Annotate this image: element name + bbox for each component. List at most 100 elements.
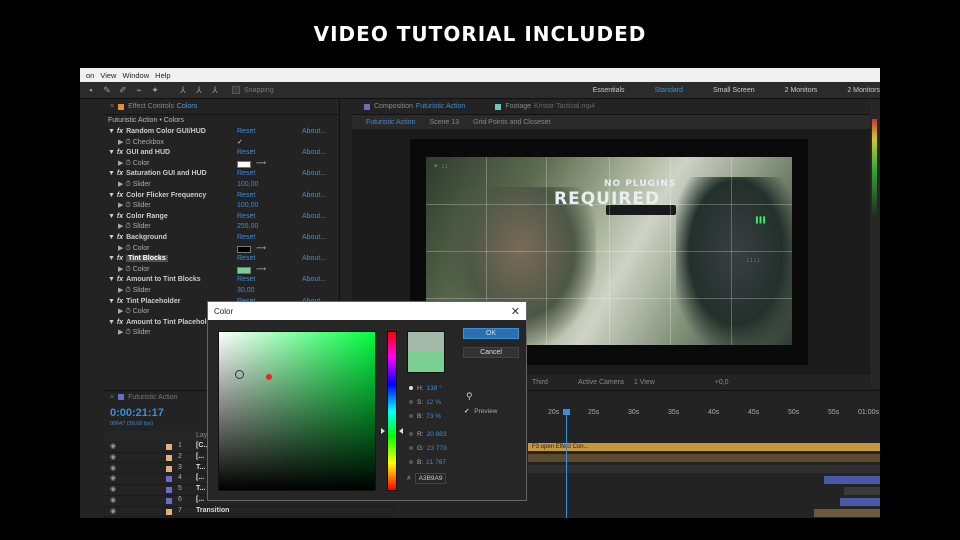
menu-item-partial[interactable]: on (86, 71, 94, 80)
effect-row[interactable]: ▼ fx Saturation GUI and HUD Reset About... (104, 169, 339, 180)
effect-name[interactable]: ▼ fx Background (108, 233, 167, 244)
effect-row[interactable]: ▼ fx Color Flicker Frequency Reset About... (104, 191, 339, 202)
channel-radio[interactable] (409, 460, 413, 464)
visibility-eye-icon[interactable]: ◉ (110, 442, 116, 450)
crumb-futuristic-action[interactable]: Futuristic Action (366, 119, 415, 126)
about-link[interactable]: About... (302, 212, 326, 223)
about-link[interactable]: About... (302, 191, 326, 202)
visibility-eye-icon[interactable]: ◉ (110, 485, 116, 493)
cancel-button[interactable]: Cancel (463, 347, 519, 358)
effect-name[interactable]: ▼ fx Amount to Tint Blocks (108, 275, 201, 286)
visibility-eye-icon[interactable]: ◉ (110, 453, 116, 461)
color-value-row[interactable]: S: 12 % (409, 397, 441, 407)
layer-bar[interactable] (528, 454, 880, 462)
axis-world-icon[interactable]: ⅄ (194, 85, 204, 95)
workspace-2-monitors-alt[interactable]: 2 Monitors (847, 87, 880, 94)
channel-radio[interactable] (409, 432, 413, 436)
axis-local-icon[interactable]: ⅄ (178, 85, 188, 95)
brush-tool-icon[interactable]: ✐ (118, 85, 128, 95)
footage-tab-label[interactable]: Footage (505, 103, 531, 110)
preview-checkbox[interactable]: ✓ Preview (464, 407, 497, 415)
playhead-handle[interactable] (563, 409, 570, 415)
camera-tool-icon[interactable]: ▪ (86, 85, 96, 95)
effect-name[interactable]: ▼ fx Random Color GUI/HUD (108, 127, 206, 138)
property-row[interactable]: ▶ ⏱ Slider 100,00 (104, 201, 339, 212)
menu-item-view[interactable]: View (100, 71, 116, 80)
layer-bar[interactable]: F3 open Effect Con... (528, 443, 880, 451)
channel-value[interactable]: 23 773 (427, 445, 447, 452)
saturation-brightness-field[interactable] (218, 331, 376, 491)
effect-name[interactable]: ▼ fx Color Range (108, 212, 168, 223)
menu-item-window[interactable]: Window (122, 71, 149, 80)
label-color-icon[interactable] (166, 444, 172, 450)
channel-radio[interactable] (409, 446, 413, 450)
layer-name[interactable]: [... (196, 474, 204, 481)
property-row[interactable]: ▶ ⏱ Slider 100,00 (104, 180, 339, 191)
effect-name[interactable]: ▼ fx Amount to Tint Placeholder (108, 318, 217, 329)
clone-tool-icon[interactable]: ⌁ (134, 85, 144, 95)
hex-input[interactable]: A3B9A9 (414, 473, 447, 484)
fx-icon[interactable]: fx (117, 192, 123, 199)
channel-value[interactable]: 73 % (426, 413, 441, 420)
snapping-checkbox[interactable] (232, 86, 240, 94)
effect-controls-tab[interactable]: × Effect Controls Colors (104, 99, 339, 115)
reset-link[interactable]: Reset (237, 212, 255, 223)
slider-value[interactable]: 255,00 (237, 222, 258, 233)
fx-icon[interactable]: fx (117, 170, 123, 177)
color-value-row[interactable]: R: 20 883 (409, 429, 446, 439)
exposure-value[interactable]: +0,0 (715, 379, 729, 386)
layer-bar[interactable] (814, 509, 880, 517)
visibility-eye-icon[interactable]: ◉ (110, 474, 116, 482)
workspace-2-monitors[interactable]: 2 Monitors (785, 87, 818, 94)
effect-name[interactable]: ▼ fx GUI and HUD (108, 148, 170, 159)
close-icon[interactable]: × (110, 394, 114, 401)
visibility-eye-icon[interactable]: ◉ (110, 507, 116, 515)
crumb-grid-points[interactable]: Grid Points and Closeset (473, 119, 550, 126)
footage-tab-name[interactable]: Kristar Tactical.mp4 (534, 103, 595, 110)
color-value-row[interactable]: B: 21 767 (409, 457, 446, 467)
workspace-essentials[interactable]: Essentials (593, 87, 625, 94)
reset-link[interactable]: Reset (237, 254, 255, 265)
reset-link[interactable]: Reset (237, 127, 255, 138)
checkbox-value[interactable]: ✓ (237, 138, 243, 149)
about-link[interactable]: About... (302, 127, 326, 138)
layer-bar[interactable] (840, 498, 880, 506)
reset-link[interactable]: Reset (237, 233, 255, 244)
fx-icon[interactable]: fx (117, 255, 123, 262)
hue-slider-right-arrow-icon[interactable] (399, 428, 403, 434)
effect-row[interactable]: ▼ fx Background Reset About... (104, 233, 339, 244)
slider-value[interactable]: 100,00 (237, 201, 258, 212)
effect-row[interactable]: ▼ fx Color Range Reset About... (104, 212, 339, 223)
view-layout-select[interactable]: 1 View (634, 379, 655, 386)
fx-icon[interactable]: fx (117, 128, 123, 135)
color-value-row[interactable]: H: 138 ° (409, 383, 442, 393)
close-icon[interactable]: × (110, 103, 114, 110)
channel-radio[interactable] (409, 400, 413, 404)
channel-radio[interactable] (409, 386, 413, 390)
channel-value[interactable]: 20 883 (427, 431, 447, 438)
close-icon[interactable]: ✕ (511, 305, 520, 318)
effect-name[interactable]: ▼ fx Tint Blocks (108, 254, 168, 265)
channel-value[interactable]: 12 % (426, 399, 441, 406)
color-swatch[interactable] (237, 266, 251, 274)
label-color-icon[interactable] (166, 476, 172, 483)
effect-row[interactable]: ▼ fx Amount to Tint Blocks Reset About... (104, 275, 339, 286)
workspace-small-screen[interactable]: Small Screen (713, 87, 755, 94)
color-value-row[interactable]: B: 73 % (409, 411, 441, 421)
fx-icon[interactable]: fx (117, 298, 123, 305)
label-color-icon[interactable] (166, 508, 172, 515)
about-link[interactable]: About... (302, 275, 326, 286)
about-link[interactable]: About... (302, 233, 326, 244)
about-link[interactable]: About... (302, 148, 326, 159)
visibility-eye-icon[interactable]: ◉ (110, 496, 116, 504)
eyedropper-icon[interactable]: ⚲ (466, 391, 473, 402)
property-row[interactable]: ▶ ⏱ Checkbox ✓ (104, 138, 339, 149)
fx-icon[interactable]: fx (117, 319, 123, 326)
effect-name[interactable]: ▼ fx Saturation GUI and HUD (108, 169, 207, 180)
hue-slider[interactable] (387, 331, 397, 491)
snapping-toggle[interactable]: Snapping (232, 86, 274, 94)
fx-icon[interactable]: fx (117, 149, 123, 156)
property-row[interactable]: ▶ ⏱ Color ⟿ (104, 159, 339, 170)
fx-icon[interactable]: fx (117, 213, 123, 220)
layer-name[interactable]: T... (196, 464, 205, 471)
